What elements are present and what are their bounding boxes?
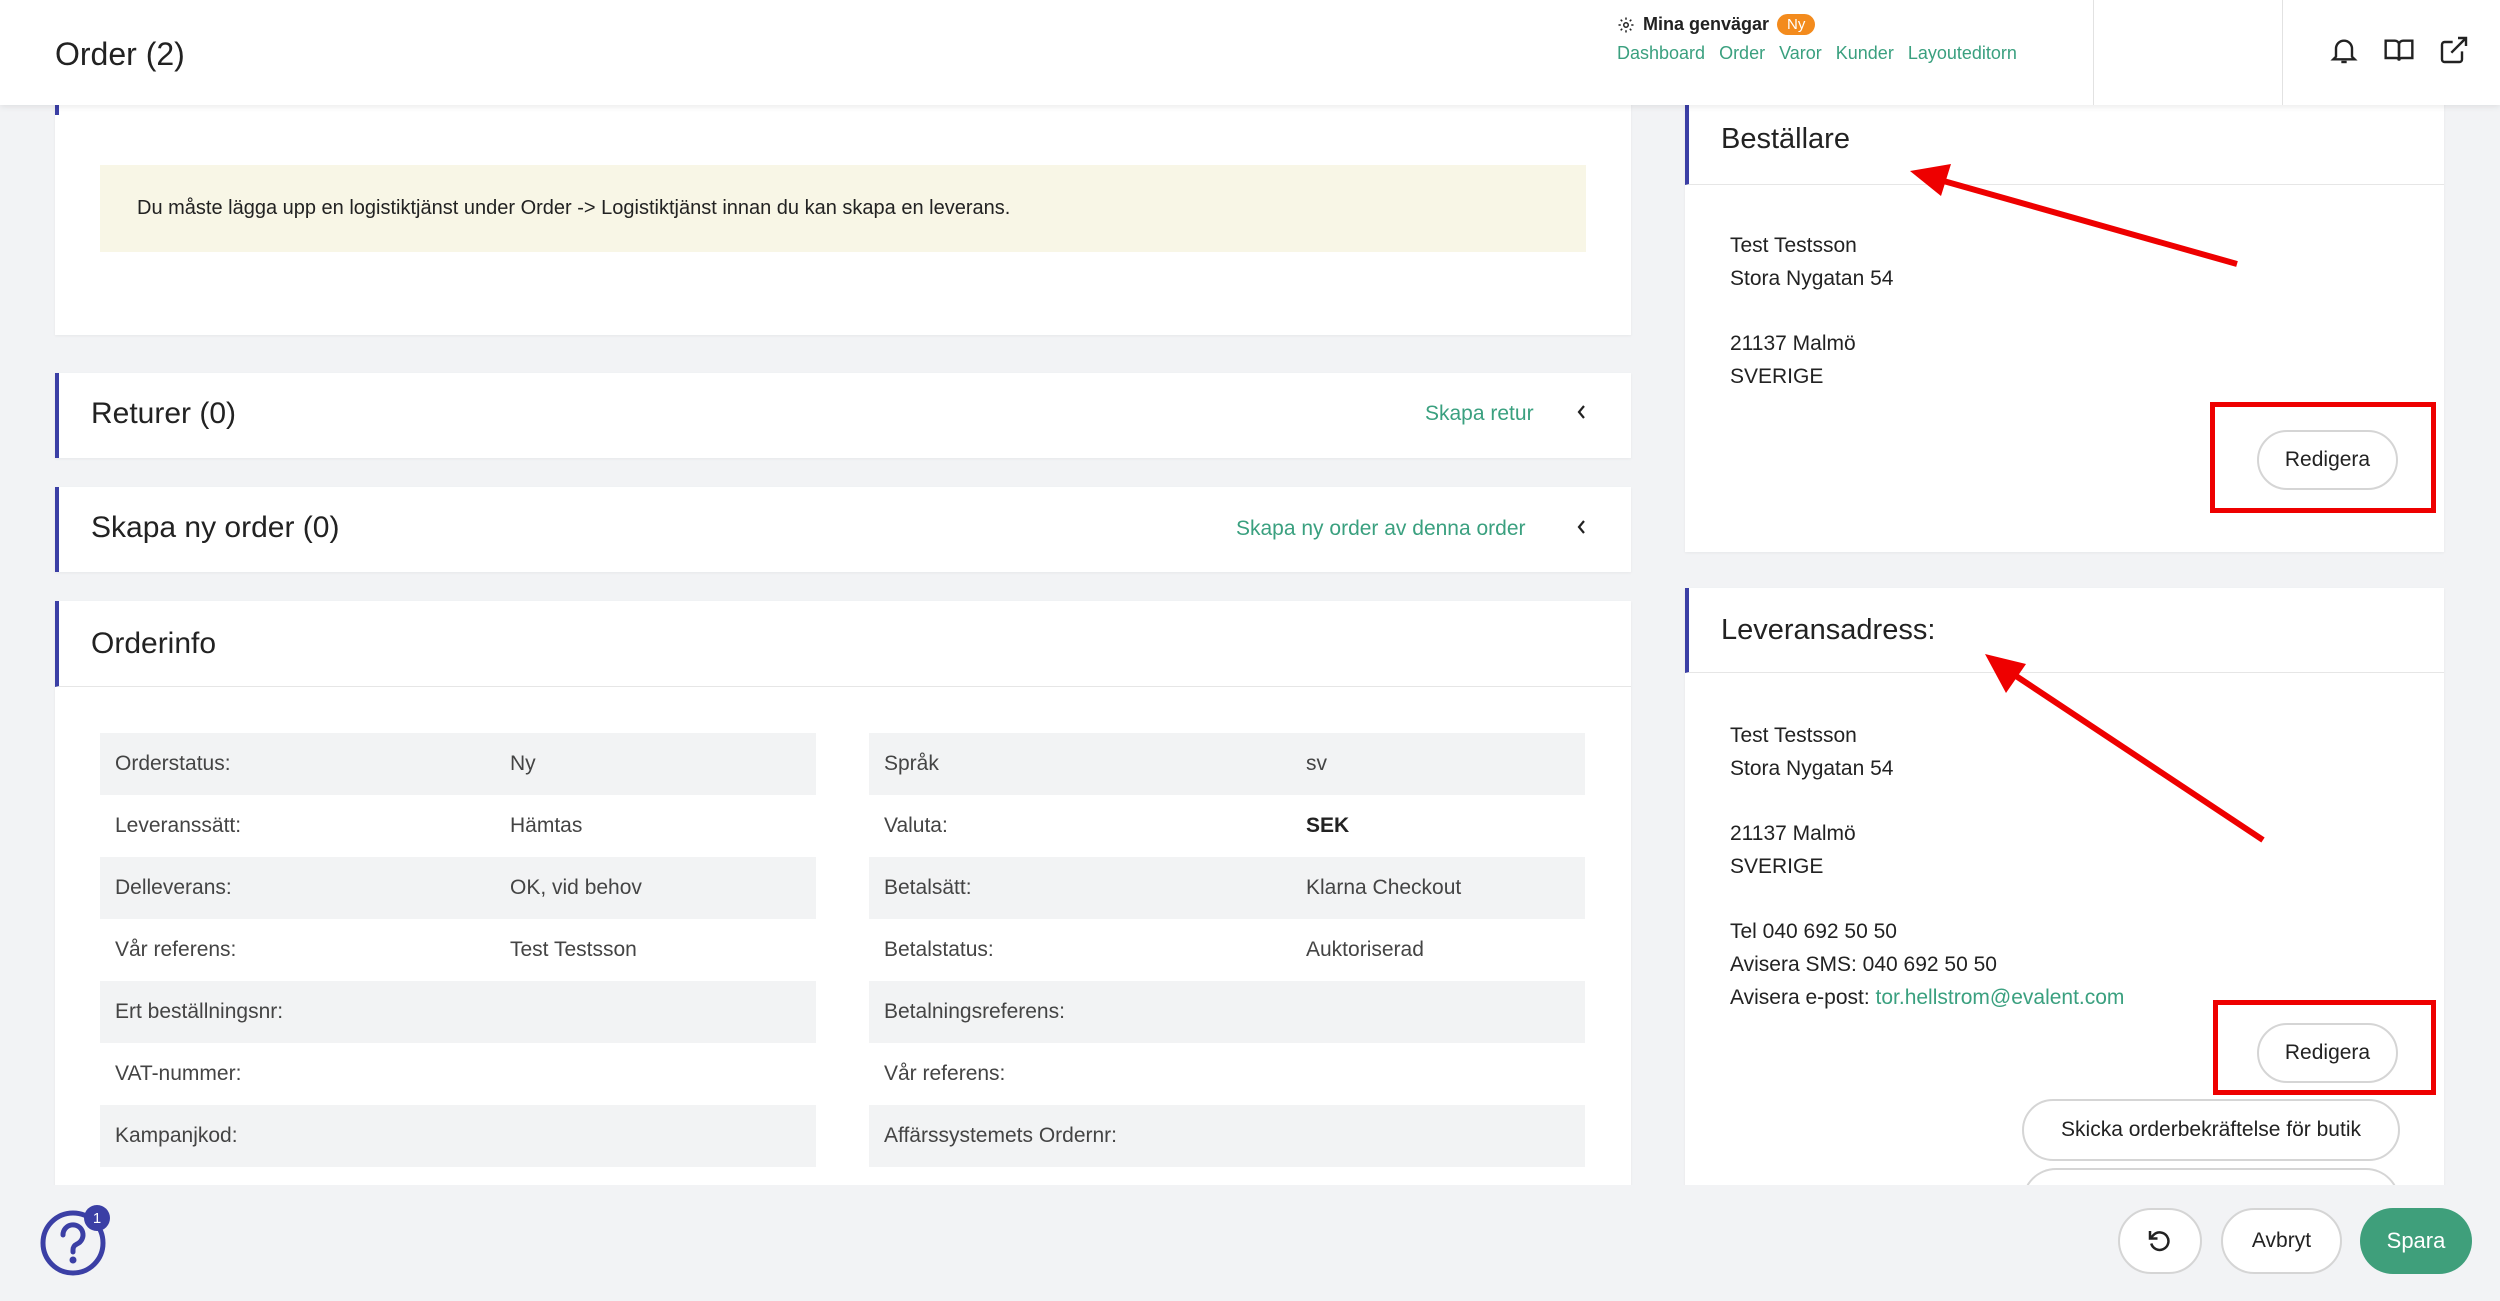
info-label: Valuta: [884,814,948,837]
shortcut-order[interactable]: Order [1719,43,1765,64]
shortcut-varor[interactable]: Varor [1779,43,1822,64]
annotation-highlight-box [2213,1000,2436,1095]
info-label: Vår referens: [884,1062,1006,1085]
info-label: Betalningsreferens: [884,1000,1065,1023]
shortcuts-title: Mina genvägar [1643,14,1770,34]
orderer-street: Stora Nygatan 54 [1730,267,1894,290]
delivery-name: Test Testsson [1730,724,1857,747]
delivery-phone: Tel 040 692 50 50 [1730,920,1897,943]
info-row: Betalstatus: Auktoriserad [869,919,1585,981]
save-button[interactable]: Spara [2360,1208,2472,1274]
info-value: SEK [1306,814,1350,837]
cancel-button[interactable]: Avbryt [2221,1208,2342,1274]
page-title: Order (2) [55,36,185,72]
shortcuts-panel: Mina genvägar Ny Dashboard Order Varor K… [1617,14,2017,64]
undo-button[interactable] [2118,1208,2202,1274]
info-label: Betalstatus: [884,938,994,961]
delivery-street: Stora Nygatan 54 [1730,757,1894,780]
info-label: Kampanjkod: [115,1124,238,1147]
delivery-address-card: Leveransadress: [1685,588,2444,1188]
undo-icon [2148,1231,2170,1252]
delivery-country: SVERIGE [1730,855,1824,878]
info-value: sv [1306,752,1327,775]
chevron-left-icon[interactable] [1574,404,1590,420]
bell-icon[interactable] [2328,34,2360,66]
send-order-confirmation-button[interactable]: Skicka orderbekräftelse för butik [2022,1099,2400,1161]
gear-icon[interactable] [1617,16,1635,34]
info-row: VAT-nummer: [100,1043,816,1105]
info-label: Ert beställningsnr: [115,1000,284,1023]
delivery-email-line: Avisera e-post: tor.hellstrom@evalent.co… [1730,986,2124,1010]
info-row: Språk sv [869,733,1585,795]
new-order-title: Skapa ny order (0) [91,511,340,544]
info-label: Betalsätt: [884,876,972,899]
shortcuts-header: Mina genvägar Ny [1617,14,2017,35]
annotation-highlight-box [2210,402,2436,513]
info-label: Delleverans: [115,876,232,899]
new-badge: Ny [1777,14,1816,35]
info-value: Klarna Checkout [1306,876,1462,899]
info-row: Ert beställningsnr: [100,981,816,1043]
top-header: Order (2) Mina genvägar Ny Dashboard Ord… [0,0,2500,105]
info-row: Leveranssätt: Hämtas [100,795,816,857]
shortcut-links: Dashboard Order Varor Kunder Layoutedito… [1617,43,2017,64]
orderer-city: 21137 Malmö [1730,332,1856,355]
create-return-link[interactable]: Skapa retur [1425,402,1534,426]
info-value: OK, vid behov [510,876,642,899]
returns-header[interactable]: Returer (0) [55,373,1631,458]
orderinfo-title: Orderinfo [91,627,217,660]
delivery-sms: Avisera SMS: 040 692 50 50 [1730,953,1997,976]
create-new-order-link[interactable]: Skapa ny order av denna order [1236,517,1526,541]
orderinfo-right-column: Språk sv Valuta: SEK Betalsätt: Klarna Chec… [869,733,1585,1167]
info-label: Orderstatus: [115,752,231,775]
info-row: Betalningsreferens: [869,981,1585,1043]
orderinfo-header: Orderinfo [55,601,1631,687]
delivery-email-label: Avisera e-post: [1730,986,1876,1009]
info-value: Hämtas [510,814,583,837]
info-row: Kampanjkod: [100,1105,816,1167]
info-row: Delleverans: OK, vid behov [100,857,816,919]
orderer-name: Test Testsson [1730,234,1857,257]
chevron-left-icon[interactable] [1574,519,1590,535]
shortcut-layouteditorn[interactable]: Layouteditorn [1908,43,2017,64]
book-icon[interactable] [2383,34,2415,66]
info-row: Betalsätt: Klarna Checkout [869,857,1585,919]
orderinfo-left-column: Orderstatus: Ny Leveranssätt: Hämtas Delle… [100,733,816,1167]
info-value: Ny [510,752,536,775]
returns-card: Returer (0) [55,373,1631,458]
orderer-title: Beställare [1721,123,1850,155]
logistics-notice: Du måste lägga upp en logistiktjänst und… [100,165,1586,252]
info-label: Affärssystemets Ordernr: [884,1124,1118,1147]
info-row: Orderstatus: Ny [100,733,816,795]
info-label: Språk [884,752,939,775]
external-link-icon[interactable] [2438,34,2470,66]
returns-title: Returer (0) [91,397,237,430]
info-value: Test Testsson [510,938,637,961]
shortcut-kunder[interactable]: Kunder [1836,43,1894,64]
info-value: Auktoriserad [1306,938,1424,961]
orderer-header: Beställare [1685,95,2444,185]
help-notification-count: 1 [84,1205,110,1231]
delivery-address-title: Leveransadress: [1721,614,1936,646]
orderer-country: SVERIGE [1730,365,1824,388]
delivery-email-link[interactable]: tor.hellstrom@evalent.com [1876,986,2125,1009]
info-label: VAT-nummer: [115,1062,242,1085]
info-row: Vår referens: Test Testsson [100,919,816,981]
info-row: Valuta: SEK [869,795,1585,857]
delivery-address-header: Leveransadress: [1685,588,2444,673]
header-divider [2282,0,2283,105]
delivery-city: 21137 Malmö [1730,822,1856,845]
info-row: Affärssystemets Ordernr: [869,1105,1585,1167]
info-label: Vår referens: [115,938,237,961]
header-divider [2093,0,2094,105]
shortcut-dashboard[interactable]: Dashboard [1617,43,1705,64]
info-row: Vår referens: [869,1043,1585,1105]
info-label: Leveranssätt: [115,814,242,837]
